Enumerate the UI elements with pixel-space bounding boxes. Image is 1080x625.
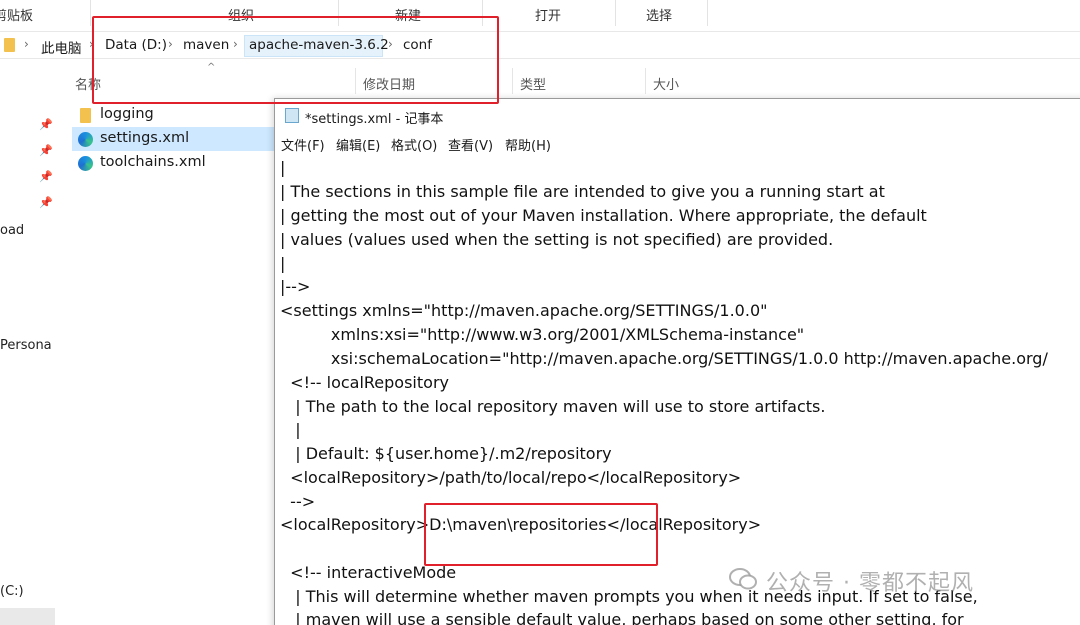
notepad-text-area[interactable]: | | The sections in this sample file are… xyxy=(280,156,1080,625)
ribbon-divider xyxy=(90,0,91,26)
text-line: | xyxy=(280,254,286,273)
text-line: xsi:schemaLocation="http://maven.apache.… xyxy=(280,349,1048,368)
chevron-right-icon[interactable]: › xyxy=(24,37,29,51)
text-line: | Default: ${user.home}/.m2/repository xyxy=(280,444,612,463)
file-name: logging xyxy=(100,106,154,122)
nav-item-download[interactable]: oad xyxy=(0,223,24,238)
text-line: | xyxy=(280,420,301,439)
column-divider[interactable] xyxy=(512,68,513,94)
text-line: <!-- localRepository xyxy=(280,373,449,392)
column-header-type[interactable]: 类型 xyxy=(520,74,546,93)
text-line: xmlns:xsi="http://www.w3.org/2001/XMLSch… xyxy=(280,325,805,344)
navigation-pane: 📌 📌 📌 📌 oad Persona (C:) xyxy=(0,60,55,625)
breadcrumb-this-pc[interactable]: 此电脑 xyxy=(41,37,82,57)
text-line: | values (values used when the setting i… xyxy=(280,230,834,249)
file-name: toolchains.xml xyxy=(100,154,206,170)
notepad-icon xyxy=(285,108,299,123)
pin-icon[interactable]: 📌 xyxy=(39,144,53,157)
text-line: | getting the most out of your Maven ins… xyxy=(280,206,927,225)
annotation-box-repository xyxy=(424,503,658,566)
text-line: |--> xyxy=(280,277,311,296)
wechat-icon xyxy=(729,568,757,590)
text-line: | The path to the local repository maven… xyxy=(280,397,826,416)
pin-icon[interactable]: 📌 xyxy=(39,118,53,131)
ribbon-group-select: 选择 xyxy=(646,9,673,24)
folder-icon xyxy=(80,108,91,123)
column-divider[interactable] xyxy=(645,68,646,94)
file-name: settings.xml xyxy=(100,130,190,146)
text-line: --> xyxy=(280,492,316,511)
notepad-menu-bar: 文件(F) 编辑(E) 格式(O) 查看(V) 帮助(H) xyxy=(275,133,1080,154)
pin-icon[interactable]: 📌 xyxy=(39,196,53,209)
text-line: | maven will use a sensible default valu… xyxy=(280,610,964,625)
list-item[interactable]: toolchains.xml xyxy=(72,151,275,175)
nav-item-personal[interactable]: Persona xyxy=(0,338,52,353)
menu-view[interactable]: 查看(V) xyxy=(448,135,493,154)
pin-icon[interactable]: 📌 xyxy=(39,170,53,183)
text-line: | The sections in this sample file are i… xyxy=(280,182,885,201)
text-line: <settings xmlns="http://maven.apache.org… xyxy=(280,301,768,320)
notepad-window[interactable]: *settings.xml - 记事本 文件(F) 编辑(E) 格式(O) 查看… xyxy=(274,98,1080,625)
list-item[interactable]: settings.xml xyxy=(72,127,275,151)
edge-icon xyxy=(78,132,93,147)
menu-file[interactable]: 文件(F) xyxy=(281,135,325,154)
ribbon-group-open: 打开 xyxy=(535,9,562,24)
text-line: <localRepository>/path/to/local/repo</lo… xyxy=(280,468,742,487)
column-header-size[interactable]: 大小 xyxy=(653,74,679,93)
list-item[interactable]: logging xyxy=(72,103,275,127)
ribbon-divider xyxy=(615,0,616,26)
annotation-box-path xyxy=(92,16,499,104)
folder-icon xyxy=(4,38,15,52)
menu-format[interactable]: 格式(O) xyxy=(391,135,437,154)
window-title: *settings.xml - 记事本 xyxy=(305,112,444,127)
ribbon-group-clipboard: 剪贴板 xyxy=(0,9,34,24)
ribbon-divider xyxy=(707,0,708,26)
menu-edit[interactable]: 编辑(E) xyxy=(336,135,380,154)
menu-help[interactable]: 帮助(H) xyxy=(505,135,551,154)
watermark-text: 公众号 · 零都不起风 xyxy=(766,571,974,596)
edge-icon xyxy=(78,156,93,171)
nav-item-selected-bg xyxy=(0,608,55,625)
text-line: | xyxy=(280,158,286,177)
nav-item-c-drive[interactable]: (C:) xyxy=(0,584,24,599)
